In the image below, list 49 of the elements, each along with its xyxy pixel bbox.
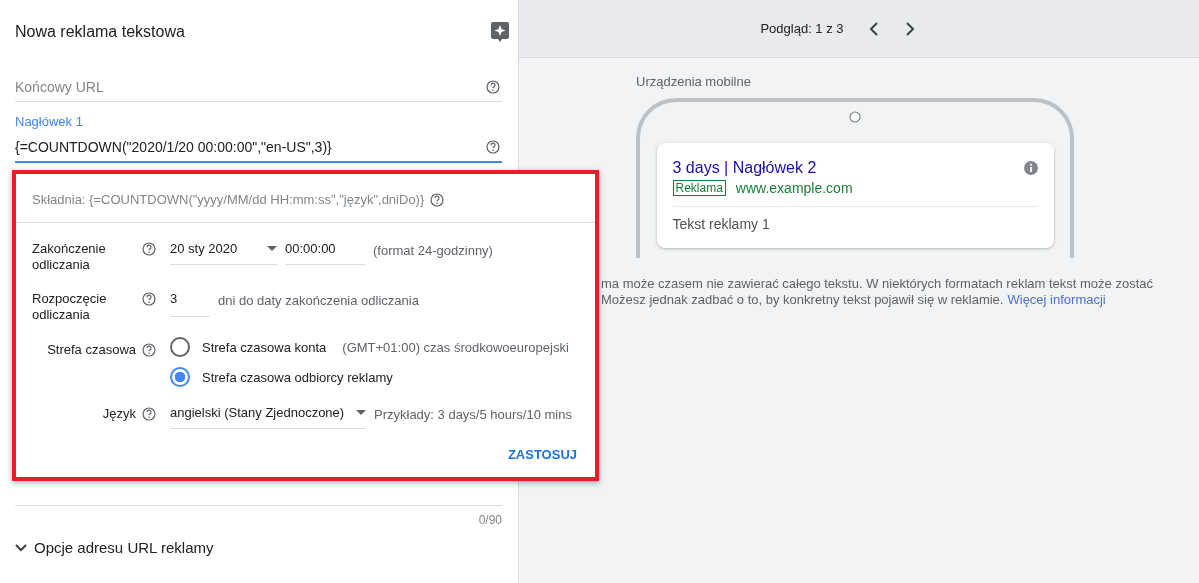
character-counter: 0/90 — [478, 513, 502, 527]
panel-title: Nowa reklama tekstowa — [15, 23, 185, 41]
examples-note: Przykłady: 3 days/5 hours/10 mins — [374, 406, 572, 422]
field-placeholder: Końcowy URL — [15, 79, 104, 95]
syntax-hint: Składnia: {=COUNTDOWN("yyyy/MM/dd HH:mm:ss","język",dniDo)} — [32, 192, 425, 207]
help-icon — [142, 343, 156, 357]
language-dropdown[interactable]: angielski (Stany Zjednoczone) — [170, 401, 366, 429]
help-icon — [142, 242, 156, 256]
text-field[interactable]: Końcowy URL — [15, 79, 502, 102]
info-icon — [1023, 161, 1038, 175]
days-field[interactable]: 3 — [170, 287, 210, 317]
camera-icon — [849, 111, 861, 123]
date-dropdown[interactable]: 20 sty 2020 — [170, 237, 277, 265]
dropdown-caret-icon — [267, 246, 277, 251]
device-label: Urządzenia mobilne — [636, 74, 752, 89]
radio-label: Strefa czasowa odbiorcy reklamy — [202, 369, 393, 385]
setting-label: Rozpoczęcie odliczania — [32, 291, 108, 323]
time-field[interactable]: 00:00:00 — [285, 237, 365, 265]
help-icon — [486, 80, 500, 94]
radio-button[interactable] — [170, 337, 190, 357]
url-options-toggle[interactable]: Opcje adresu URL reklamy — [15, 539, 214, 556]
text-field[interactable]: Nagłówek 1 {=COUNTDOWN("2020/1/20 00:00:00","en-US",3)} — [15, 114, 502, 163]
ad-badge: Reklama — [672, 180, 726, 196]
help-icon — [142, 407, 156, 421]
help-icon — [430, 192, 445, 207]
apply-button[interactable]: ZASTOSUJ — [505, 443, 579, 466]
radio-label: Strefa czasowa konta — [202, 339, 327, 355]
field-label: Nagłówek 1 — [15, 114, 84, 129]
disclaimer-text: ma może czasem nie zawierać całego tekstu. W niektórych formatach reklam tekst może zostać — [601, 276, 1153, 291]
disclaimer-text: Możesz jednak zadbać o to, by konkretny tekst pojawił się w reklamie. — [601, 292, 1004, 307]
field-value: {=COUNTDOWN("2020/1/20 00:00:00","en-US",3)} — [15, 139, 332, 155]
next-icon[interactable] — [904, 21, 915, 36]
previous-icon[interactable] — [868, 21, 879, 36]
setting-label: Język — [102, 406, 136, 422]
more-info-link[interactable]: Więcej informacji — [1007, 292, 1106, 307]
help-icon — [142, 292, 156, 306]
format-note: (format 24-godzinny) — [373, 242, 493, 258]
radio-button[interactable] — [170, 367, 190, 387]
days-note: dni do daty zakończenia odliczania — [218, 292, 419, 308]
timezone-detail: (GMT+01:00) czas środkowoeuropejski — [342, 339, 569, 355]
pager-text: Podgląd: 1 z 3 — [760, 21, 844, 36]
ad-description: Tekst reklamy 1 — [672, 216, 771, 232]
setting-label: Strefa czasowa — [47, 342, 136, 358]
ad-url: www.example.com — [735, 180, 853, 196]
ad-headline[interactable]: 3 days | Nagłówek 2 — [672, 159, 817, 177]
help-icon — [486, 140, 500, 154]
dropdown-caret-icon — [356, 410, 366, 415]
sparkle-icon — [491, 22, 509, 42]
setting-label: Zakończenie odliczania — [32, 241, 107, 273]
